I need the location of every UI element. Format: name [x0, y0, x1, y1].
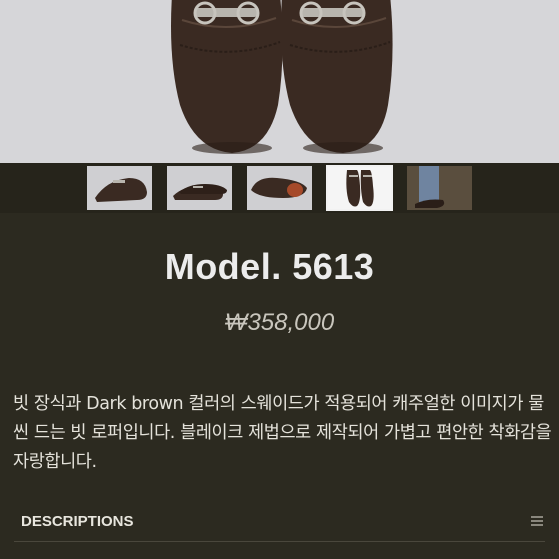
loafer-pair-thumbnail [173, 184, 227, 200]
thumbnail-side-view[interactable] [87, 166, 152, 210]
thumbnail-top-view[interactable] [326, 165, 393, 211]
menu-icon[interactable] [531, 516, 543, 526]
loafer-sole-thumbnail [251, 177, 307, 198]
descriptions-accordion-header[interactable]: DESCRIPTIONS [14, 503, 545, 542]
thumbnail-strip [0, 163, 559, 213]
thumbnail-pair-side-view[interactable] [167, 166, 232, 210]
worn-loafer-thumbnail [407, 166, 472, 210]
descriptions-label: DESCRIPTIONS [21, 513, 134, 530]
loafer-top-thumbnail [346, 170, 374, 207]
product-title: Model. 5613 [164, 246, 375, 287]
thumbnail-worn-view[interactable] [407, 166, 472, 210]
thumbnail-sole-view[interactable] [247, 166, 312, 210]
product-price: ₩358,000 [224, 309, 335, 336]
product-main-image[interactable] [0, 0, 559, 163]
loafer-side-thumbnail [95, 178, 147, 202]
product-description: 빗 장식과 Dark brown 컬러의 스웨이드가 적용되어 캐주얼한 이미지… [13, 394, 552, 472]
loafer-pair-image [171, 0, 393, 154]
